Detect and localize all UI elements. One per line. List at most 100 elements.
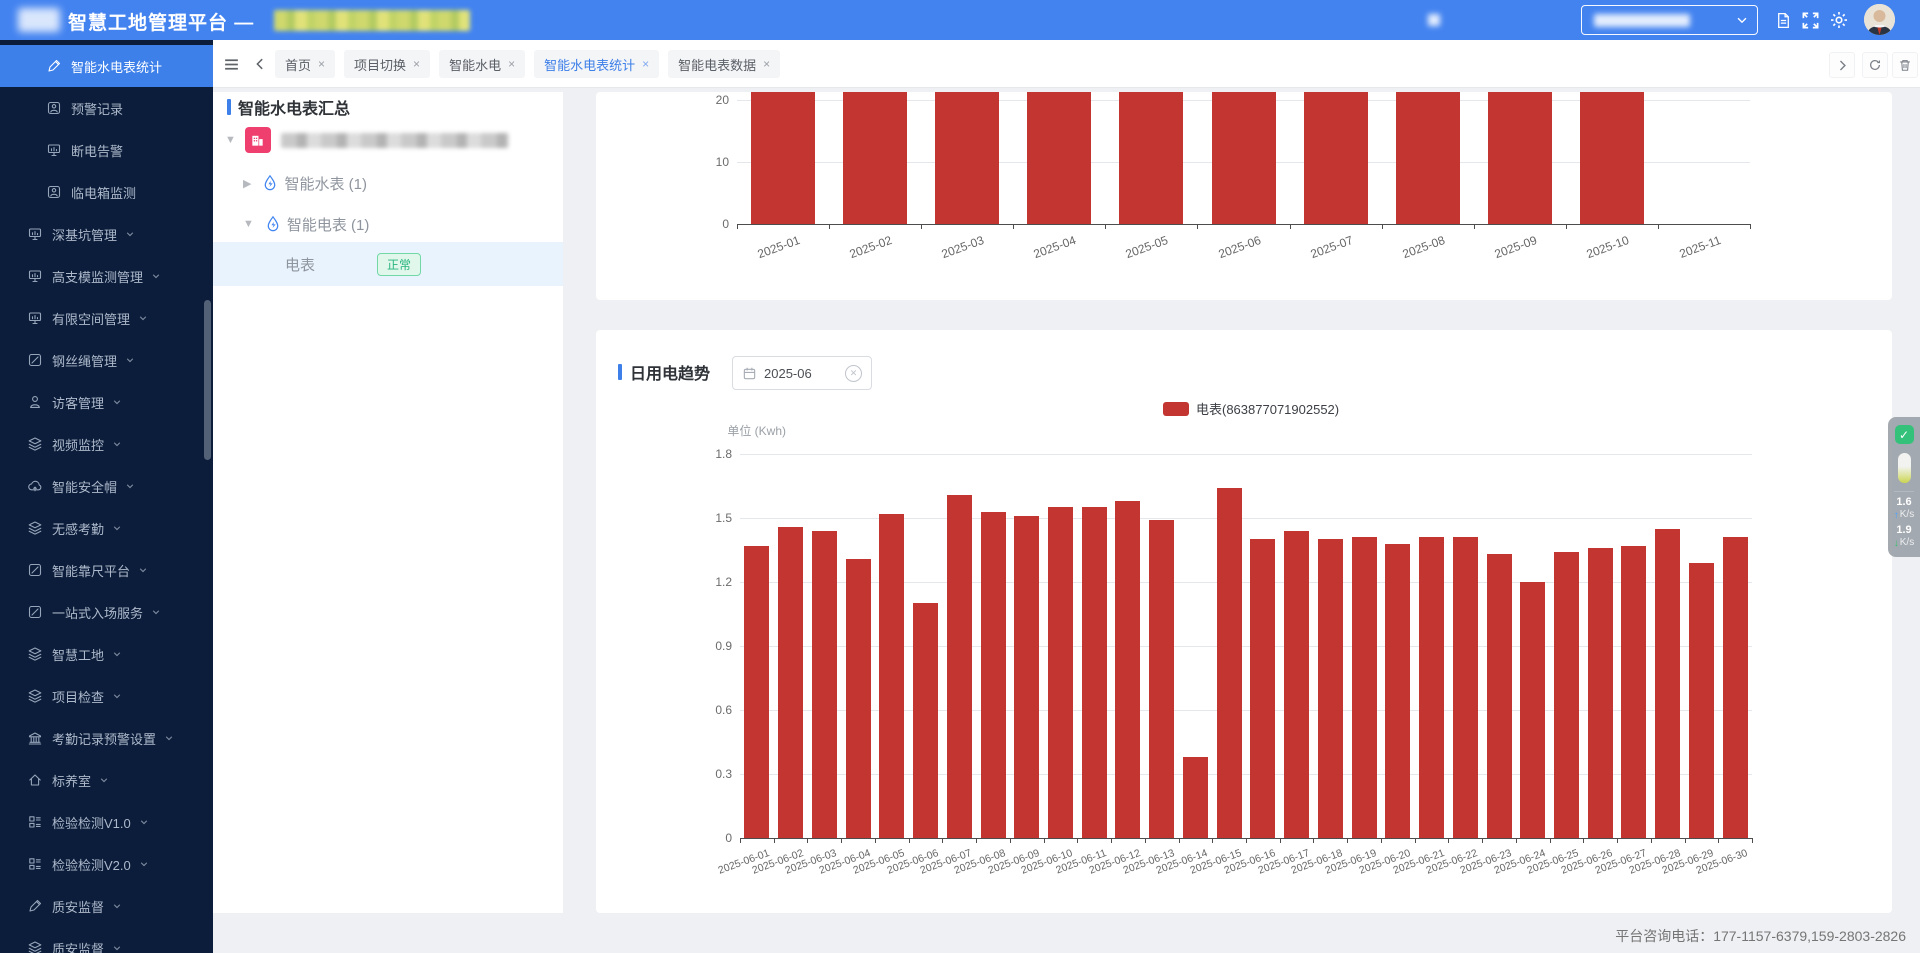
bar-2025-03 bbox=[935, 92, 999, 224]
sidebar-item-钢丝绳管理[interactable]: 钢丝绳管理 bbox=[0, 339, 213, 381]
bank-icon bbox=[27, 730, 43, 746]
y-tick-label: 0 bbox=[692, 830, 732, 846]
refresh-icon[interactable] bbox=[1862, 52, 1888, 78]
sidebar-item-预警记录[interactable]: 预警记录 bbox=[0, 87, 213, 129]
bar-2025-06-02 bbox=[778, 527, 803, 838]
sidebar-item-标养室[interactable]: 标养室 bbox=[0, 759, 213, 801]
sidebar-item-智能靠尺平台[interactable]: 智能靠尺平台 bbox=[0, 549, 213, 591]
tree-node-electric-meters[interactable]: ▼ 智能电表 (1) bbox=[243, 211, 369, 237]
close-icon[interactable]: × bbox=[318, 58, 325, 70]
chevron-down-icon bbox=[112, 901, 122, 911]
close-icon[interactable]: × bbox=[642, 58, 649, 70]
shield-check-icon: ✓ bbox=[1895, 425, 1914, 444]
chevron-left-icon[interactable] bbox=[249, 53, 271, 75]
sidebar-item-临电箱监测[interactable]: 临电箱监测 bbox=[0, 171, 213, 213]
sidebar-item-label: 检验检测V2.0 bbox=[52, 855, 131, 874]
sidebar-item-label: 智慧工地 bbox=[52, 645, 104, 664]
x-tick bbox=[1197, 224, 1198, 229]
tree-node-meter-selected[interactable]: 电表 正常 bbox=[213, 242, 563, 286]
bar-2025-06 bbox=[1212, 92, 1276, 224]
chevron-down-icon bbox=[139, 817, 149, 827]
tab-智能水电[interactable]: 智能水电× bbox=[439, 50, 525, 78]
menu-icon[interactable] bbox=[220, 53, 242, 75]
sidebar-item-智慧工地[interactable]: 智慧工地 bbox=[0, 633, 213, 675]
sidebar-item-检验检测V2.0[interactable]: 检验检测V2.0 bbox=[0, 843, 213, 885]
sidebar-item-高支模监测管理[interactable]: 高支模监测管理 bbox=[0, 255, 213, 297]
sidebar-item-项目检查[interactable]: 项目检查 bbox=[0, 675, 213, 717]
bar-2025-06-08 bbox=[981, 512, 1006, 838]
layers-icon bbox=[27, 688, 43, 704]
upload-speed: 1.6 bbox=[1896, 497, 1911, 508]
document-icon[interactable] bbox=[1771, 8, 1795, 32]
tab-label: 智能水电表统计 bbox=[544, 55, 635, 74]
chevron-down-icon bbox=[125, 355, 135, 365]
sidebar-item-一站式入场服务[interactable]: 一站式入场服务 bbox=[0, 591, 213, 633]
close-icon[interactable]: × bbox=[413, 58, 420, 70]
tab-首页[interactable]: 首页× bbox=[275, 50, 335, 78]
sidebar-item-检验检测V1.0[interactable]: 检验检测V1.0 bbox=[0, 801, 213, 843]
y-tick-label: 1.2 bbox=[692, 574, 732, 590]
x-tick bbox=[1685, 838, 1686, 843]
bar-2025-06-15 bbox=[1217, 488, 1242, 838]
close-icon[interactable]: × bbox=[508, 58, 515, 70]
tree-node-water-meters[interactable]: ▶ 智能水表 (1) bbox=[243, 170, 367, 196]
fullscreen-icon[interactable] bbox=[1798, 8, 1822, 32]
x-tick bbox=[1750, 224, 1751, 229]
bar-2025-08 bbox=[1396, 92, 1460, 224]
x-tick bbox=[976, 838, 977, 843]
sidebar-item-有限空间管理[interactable]: 有限空间管理 bbox=[0, 297, 213, 339]
bar-2025-06-22 bbox=[1453, 537, 1478, 838]
monitor-icon bbox=[46, 142, 62, 158]
chevron-down-icon bbox=[138, 313, 148, 323]
tab-项目切换[interactable]: 项目切换× bbox=[344, 50, 430, 78]
tab-智能电表数据[interactable]: 智能电表数据× bbox=[668, 50, 780, 78]
sidebar-item-断电告警[interactable]: 断电告警 bbox=[0, 129, 213, 171]
x-tick bbox=[1718, 838, 1719, 843]
month-picker[interactable]: 2025-06 ✕ bbox=[732, 356, 872, 390]
clear-icon[interactable]: ✕ bbox=[845, 365, 862, 382]
tree-node-label: 智能水表 (1) bbox=[284, 173, 367, 194]
trash-icon[interactable] bbox=[1892, 52, 1918, 78]
chevron-right-icon[interactable] bbox=[1829, 52, 1855, 78]
sidebar-item-深基坑管理[interactable]: 深基坑管理 bbox=[0, 213, 213, 255]
network-speed-widget[interactable]: ✓ 1.6 ↑K/s 1.9 ↓K/s bbox=[1888, 417, 1920, 557]
sidebar-item-视频监控[interactable]: 视频监控 bbox=[0, 423, 213, 465]
layers-icon bbox=[27, 940, 43, 953]
x-tick-label: 2025-01 bbox=[711, 233, 802, 278]
sidebar-item-智能安全帽[interactable]: 智能安全帽 bbox=[0, 465, 213, 507]
sidebar-item-质安监督[interactable]: 质安监督 bbox=[0, 927, 213, 953]
x-tick-label: 2025-03 bbox=[895, 233, 986, 278]
legend-swatch bbox=[1163, 402, 1189, 416]
tab-智能水电表统计[interactable]: 智能水电表统计 × bbox=[534, 50, 659, 78]
x-tick bbox=[1246, 838, 1247, 843]
caret-right-icon[interactable]: ▶ bbox=[243, 177, 251, 190]
sidebar-item-质安监督[interactable]: 质安监督 bbox=[0, 885, 213, 927]
tree-node-project[interactable]: ▼ bbox=[225, 127, 509, 153]
sidebar-item-label: 质安监督 bbox=[52, 939, 104, 953]
close-icon[interactable]: × bbox=[763, 58, 770, 70]
x-tick-label: 2025-02 bbox=[803, 233, 894, 278]
avatar[interactable] bbox=[1864, 4, 1895, 35]
sidebar-scrollbar-thumb[interactable] bbox=[204, 300, 211, 460]
sidebar-item-考勤记录预警设置[interactable]: 考勤记录预警设置 bbox=[0, 717, 213, 759]
topbar: 智慧工地管理平台 — bbox=[0, 0, 1920, 40]
sidebar-item-智能水电表统计[interactable]: 智能水电表统计 bbox=[0, 45, 213, 87]
bar-2025-06-28 bbox=[1655, 529, 1680, 838]
sidebar-item-label: 智能水电表统计 bbox=[71, 57, 162, 76]
sidebar-item-访客管理[interactable]: 访客管理 bbox=[0, 381, 213, 423]
caret-down-icon[interactable]: ▼ bbox=[243, 218, 254, 230]
sidebar-item-label: 质安监督 bbox=[52, 897, 104, 916]
x-tick bbox=[1583, 838, 1584, 843]
x-tick bbox=[1077, 838, 1078, 843]
caret-down-icon[interactable]: ▼ bbox=[225, 134, 236, 146]
x-tick bbox=[1145, 838, 1146, 843]
sidebar-item-无感考勤[interactable]: 无感考勤 bbox=[0, 507, 213, 549]
project-select[interactable] bbox=[1581, 5, 1758, 35]
x-tick bbox=[1105, 224, 1106, 229]
bar-2025-06-14 bbox=[1183, 757, 1208, 838]
gear-icon[interactable] bbox=[1827, 8, 1851, 32]
y-tick-label: 10 bbox=[689, 154, 729, 170]
chart-legend[interactable]: 电表(863877071902552) bbox=[1163, 399, 1339, 418]
sidebar-item-label: 视频监控 bbox=[52, 435, 104, 454]
x-axis-line bbox=[737, 224, 1750, 225]
